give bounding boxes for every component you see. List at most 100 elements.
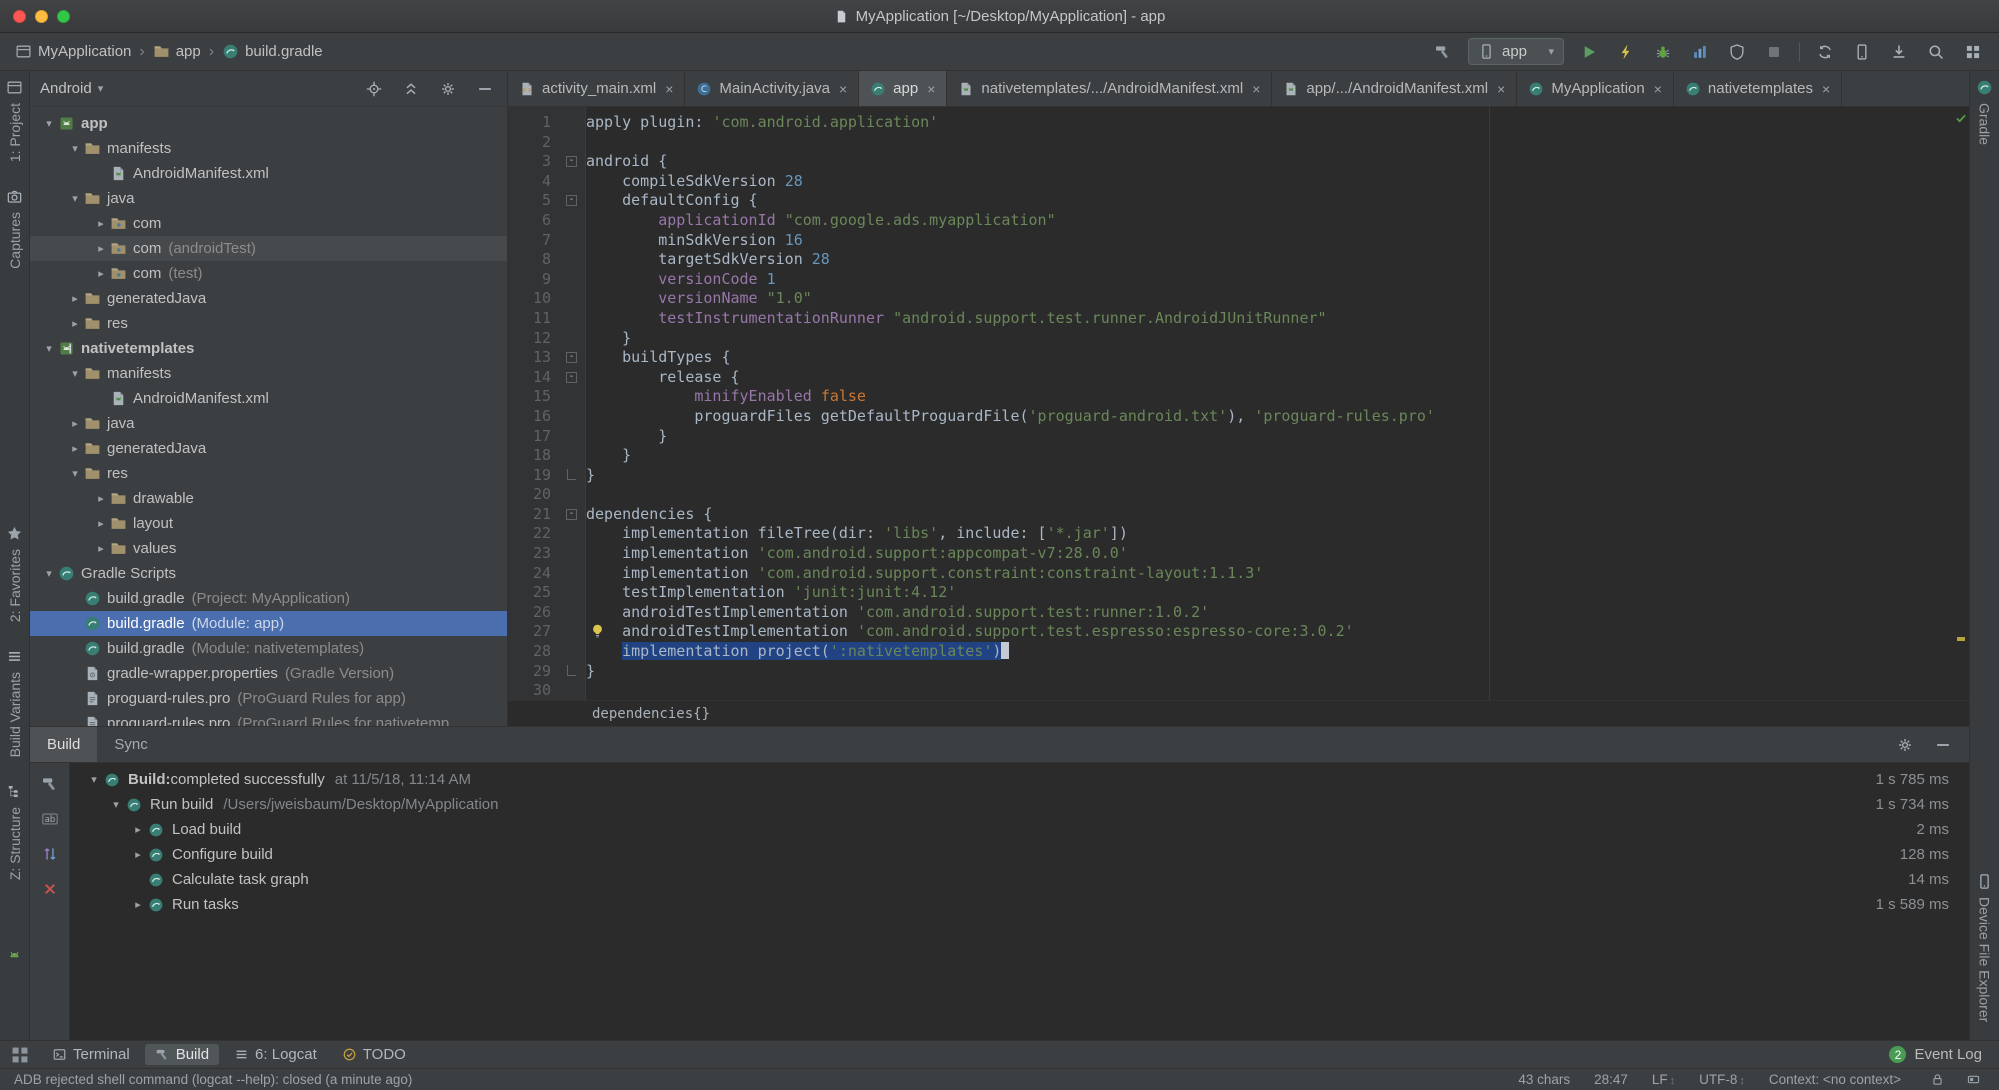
tree-row[interactable]: ▸ drawable	[30, 486, 507, 511]
fold-end-icon[interactable]	[567, 664, 576, 676]
editor-tab[interactable]: nativetemplates ×	[1674, 71, 1843, 106]
tree-expand-icon[interactable]: ▾	[40, 342, 58, 355]
tree-row[interactable]: gradle-wrapper.properties (Gradle Version…	[30, 661, 507, 686]
error-stripe[interactable]	[1953, 107, 1969, 700]
fold-marker-icon[interactable]: -	[566, 352, 577, 364]
tree-row[interactable]: build.gradle (Module: app)	[30, 611, 507, 636]
tree-row[interactable]: ▸ generatedJava	[30, 286, 507, 311]
tree-expand-icon[interactable]: ▾	[66, 367, 84, 380]
hide-build-panel-button[interactable]	[1931, 733, 1955, 757]
tree-expand-icon[interactable]: ▸	[92, 267, 110, 280]
tree-row[interactable]: ▾ nativetemplates	[30, 336, 507, 361]
tree-row[interactable]: ▸ values	[30, 536, 507, 561]
toolwindow-tab-terminal[interactable]: Terminal	[42, 1044, 140, 1065]
tree-row[interactable]: ▾ java	[30, 186, 507, 211]
tree-expand-icon[interactable]: ▸	[128, 848, 148, 861]
build-output-row[interactable]: ▸ Configure build 128 ms	[70, 842, 1969, 867]
profile-button[interactable]	[1688, 40, 1712, 64]
tree-row[interactable]: proguard-rules.pro (ProGuard Rules for na…	[30, 711, 507, 726]
editor-tab[interactable]: app ×	[859, 71, 948, 106]
tree-expand-icon[interactable]: ▸	[92, 492, 110, 505]
tree-expand-icon[interactable]: ▾	[66, 142, 84, 155]
warning-stripe-mark[interactable]	[1957, 637, 1965, 641]
tree-expand-icon[interactable]: ▸	[128, 823, 148, 836]
close-build-button[interactable]	[38, 877, 62, 901]
build-output-row[interactable]: ▸ Run tasks 1 s 589 ms	[70, 892, 1969, 917]
build-output-row[interactable]: ▾ Build: completed successfully at 11/5/18…	[70, 767, 1969, 792]
tree-expand-icon[interactable]: ▸	[92, 217, 110, 230]
sdk-manager-button[interactable]	[1887, 40, 1911, 64]
tree-expand-icon[interactable]: ▾	[66, 467, 84, 480]
event-log-button[interactable]: 2 Event Log	[1889, 1046, 1990, 1063]
fold-marker-icon[interactable]: -	[566, 371, 577, 383]
fold-marker-icon[interactable]: -	[566, 156, 577, 168]
tree-expand-icon[interactable]: ▾	[66, 192, 84, 205]
toolwindow-tab-6--logcat[interactable]: 6: Logcat	[224, 1044, 327, 1065]
gradle-sync-button[interactable]	[1813, 40, 1837, 64]
tree-row[interactable]: ▸ generatedJava	[30, 436, 507, 461]
tree-expand-icon[interactable]: ▸	[66, 292, 84, 305]
editor-tab[interactable]: activity_main.xml ×	[508, 71, 686, 106]
fold-end-icon[interactable]	[567, 468, 576, 480]
tree-row[interactable]: build.gradle (Module: nativetemplates)	[30, 636, 507, 661]
editor-tab[interactable]: C MainActivity.java ×	[685, 71, 860, 106]
tree-row[interactable]: AndroidManifest.xml	[30, 161, 507, 186]
tree-row[interactable]: ▾ manifests	[30, 361, 507, 386]
lightbulb-icon[interactable]	[589, 623, 606, 640]
tree-row[interactable]: ▸ com (androidTest)	[30, 236, 507, 261]
build-output-row[interactable]: Calculate task graph 14 ms	[70, 867, 1969, 892]
tree-row[interactable]: ▾ Gradle Scripts	[30, 561, 507, 586]
toolwindow-switcher-icon[interactable]	[9, 1044, 31, 1066]
readonly-toggle-button[interactable]	[1925, 1068, 1949, 1090]
tree-row[interactable]: build.gradle (Project: MyApplication)	[30, 586, 507, 611]
close-tab-icon[interactable]: ×	[1497, 81, 1505, 97]
tree-expand-icon[interactable]: ▾	[40, 117, 58, 130]
editor-tab[interactable]: nativetemplates/.../AndroidManifest.xml ×	[947, 71, 1273, 106]
fold-marker-icon[interactable]: -	[566, 195, 577, 207]
tree-expand-icon[interactable]: ▸	[66, 417, 84, 430]
editor-breadcrumb[interactable]: dependencies{}	[592, 706, 710, 722]
build-panel-tab-build[interactable]: Build	[30, 727, 98, 762]
tree-expand-icon[interactable]: ▸	[66, 317, 84, 330]
build-output-row[interactable]: ▸ Load build 2 ms	[70, 817, 1969, 842]
run-button[interactable]	[1577, 40, 1601, 64]
tree-expand-icon[interactable]: ▸	[92, 242, 110, 255]
close-tab-icon[interactable]: ×	[1252, 81, 1260, 97]
android-toolwindow-button[interactable]	[6, 947, 23, 964]
tree-row[interactable]: ▾ res	[30, 461, 507, 486]
toolwindow-tab-build[interactable]: Build	[144, 1044, 220, 1065]
encoding-widget[interactable]: UTF-8 ↕	[1699, 1072, 1745, 1087]
tree-row[interactable]: ▸ layout	[30, 511, 507, 536]
tree-row[interactable]: ▾ manifests	[30, 136, 507, 161]
locate-file-button[interactable]	[362, 77, 386, 101]
close-tab-icon[interactable]: ×	[839, 81, 847, 97]
tree-row[interactable]: ▸ java	[30, 411, 507, 436]
editor-tab[interactable]: MyApplication ×	[1517, 71, 1674, 106]
tree-expand-icon[interactable]: ▾	[106, 798, 126, 811]
tree-row[interactable]: ▸ com	[30, 211, 507, 236]
tree-expand-icon[interactable]: ▾	[40, 567, 58, 580]
stop-button[interactable]	[1762, 40, 1786, 64]
code-editor[interactable]: 1 apply plugin: 'com.android.application'…	[508, 113, 1969, 700]
close-tab-icon[interactable]: ×	[1654, 81, 1662, 97]
hide-panel-button[interactable]	[473, 77, 497, 101]
editor-tab[interactable]: app/.../AndroidManifest.xml ×	[1272, 71, 1518, 106]
tree-row[interactable]: ▾ app	[30, 111, 507, 136]
toolwindow-button-gradle[interactable]: Gradle	[1976, 79, 1993, 145]
screen-reader-indicator-button[interactable]	[1961, 1068, 1985, 1090]
toolwindow-button----project[interactable]: 1: Project	[6, 79, 23, 162]
toolwindow-button-z--structure[interactable]: Z: Structure	[6, 783, 23, 881]
toolwindow-button-captures[interactable]: Captures	[6, 188, 23, 269]
breadcrumb-item[interactable]: app	[148, 41, 206, 62]
close-tab-icon[interactable]: ×	[927, 81, 935, 97]
close-tab-icon[interactable]: ×	[665, 81, 673, 97]
tree-row[interactable]: ▸ com (test)	[30, 261, 507, 286]
project-view-selector[interactable]: Android ▾	[40, 80, 103, 97]
caret-position-widget[interactable]: 28:47	[1594, 1072, 1628, 1087]
line-separator-widget[interactable]: LF ↕	[1652, 1072, 1675, 1087]
collapse-all-button[interactable]	[399, 77, 423, 101]
layout-inspector-button[interactable]	[1850, 40, 1874, 64]
toolwindow-tab-todo[interactable]: TODO	[332, 1044, 416, 1065]
tree-expand-icon[interactable]: ▸	[66, 442, 84, 455]
toolwindow-button-build-variants[interactable]: Build Variants	[6, 648, 23, 757]
